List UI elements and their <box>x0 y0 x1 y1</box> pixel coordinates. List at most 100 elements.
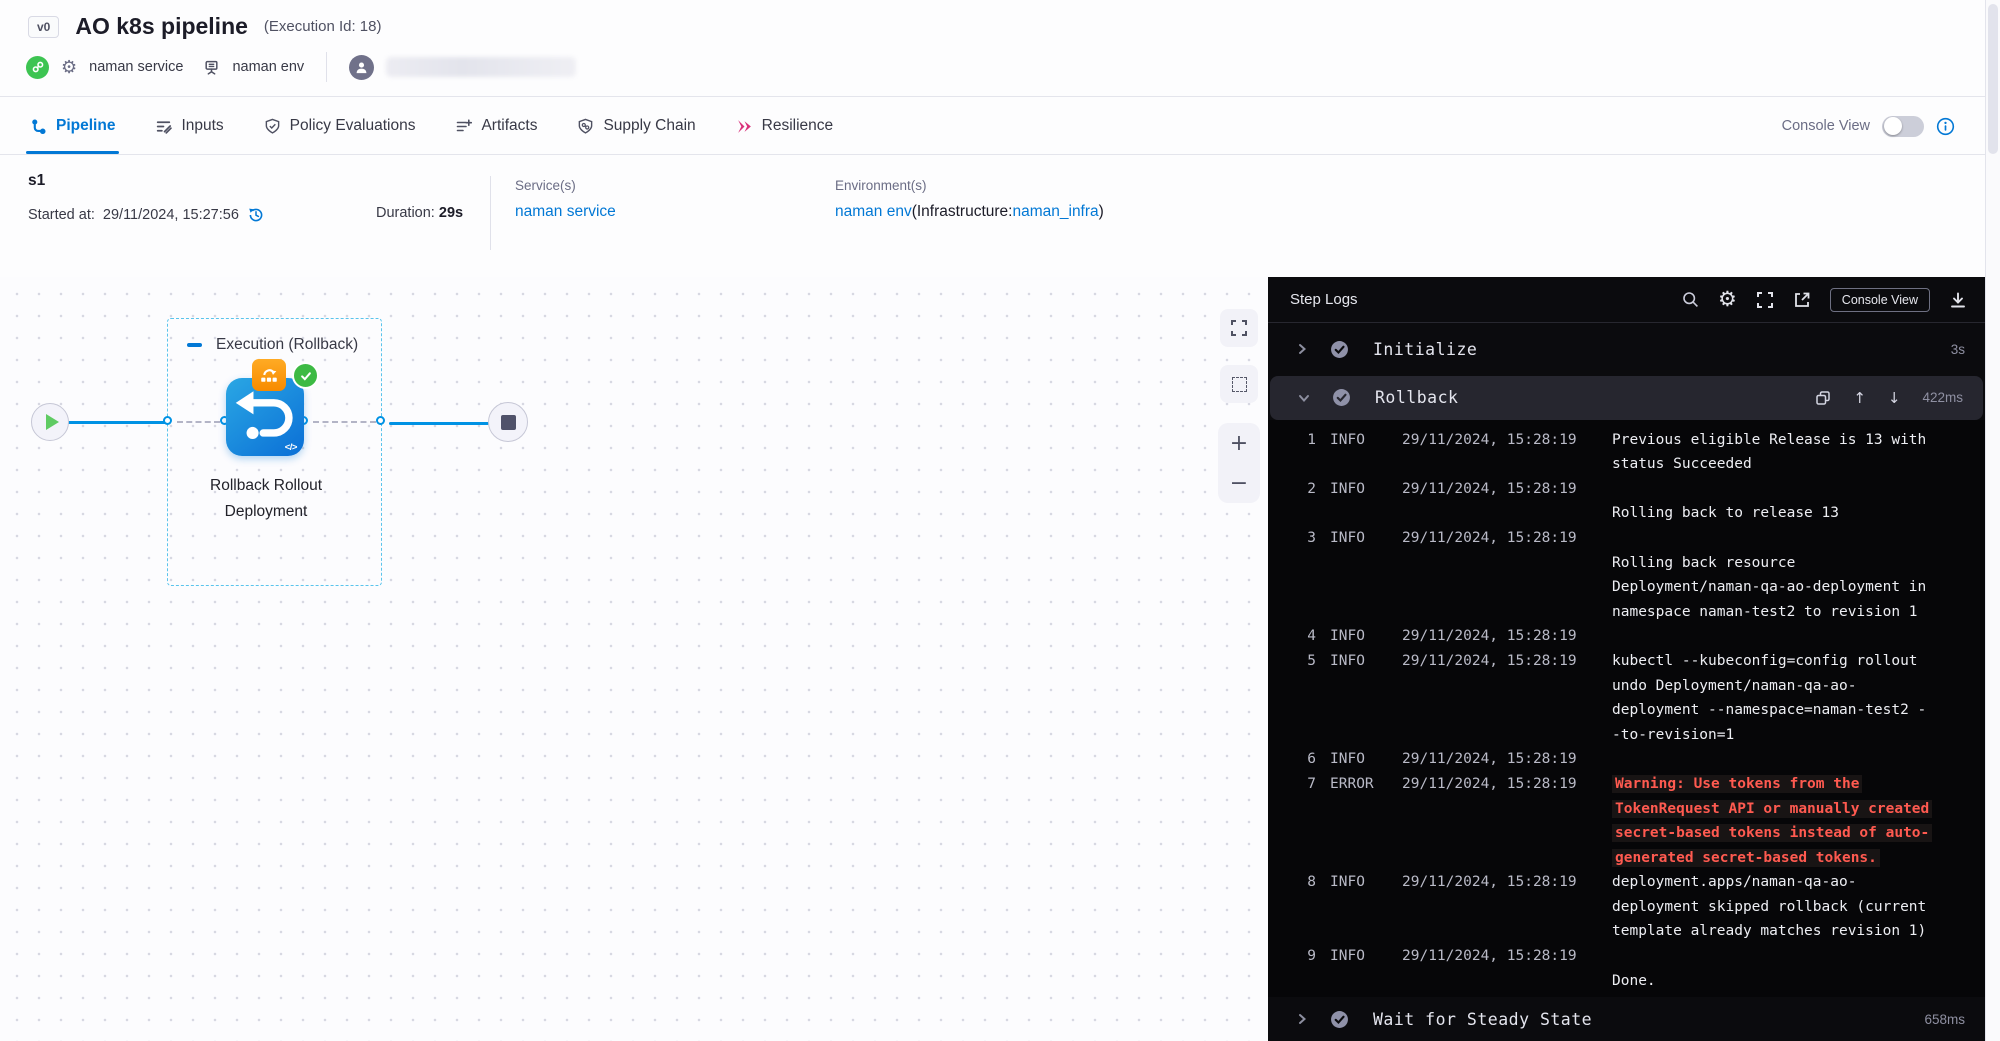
zoom-in-button[interactable]: + <box>1218 423 1260 463</box>
log-line: 4INFO29/11/2024, 15:28:19 <box>1268 624 1985 649</box>
log-line-error: 7ERROR29/11/2024, 15:28:19Warning: Use t… <box>1268 772 1985 870</box>
cd-module-icon <box>26 56 49 79</box>
tab-inputs[interactable]: Inputs <box>155 98 223 154</box>
log-fullscreen-icon[interactable] <box>1756 291 1774 309</box>
tab-label: Supply Chain <box>603 117 695 135</box>
console-view-toggle[interactable] <box>1882 116 1924 137</box>
log-line: 1INFO29/11/2024, 15:28:19Previous eligib… <box>1268 428 1985 477</box>
pipeline-graph-canvas[interactable]: Execution (Rollback) </> Rollback Rollou… <box>0 277 1268 1041</box>
step-row-rollback[interactable]: Rollback ↑ ↓ 422ms <box>1270 376 1983 420</box>
rollout-deployment-badge-icon <box>252 359 286 391</box>
tab-label: Inputs <box>181 117 223 135</box>
log-settings-icon[interactable]: ⚙ <box>1718 289 1737 310</box>
node-code-glyph: </> <box>285 442 297 453</box>
step-logs-panel: Step Logs ⚙ Console View <box>1268 277 1985 1041</box>
service-gear-icon: ⚙ <box>61 58 77 76</box>
tab-label: Policy Evaluations <box>290 117 416 135</box>
environment-icon <box>203 59 220 76</box>
page-title: AO k8s pipeline <box>75 13 248 40</box>
log-line: 5INFO29/11/2024, 15:28:19kubectl --kubec… <box>1268 649 1985 747</box>
tab-label: Resilience <box>762 117 834 135</box>
log-line: 2INFO29/11/2024, 15:28:19 Rolling back t… <box>1268 477 1985 526</box>
play-icon <box>46 414 59 430</box>
pipeline-start-node[interactable] <box>31 403 69 441</box>
header-divider <box>326 52 327 82</box>
services-label: Service(s) <box>515 178 835 193</box>
stop-icon <box>501 415 516 430</box>
execution-header: v0 AO k8s pipeline (Execution Id: 18) ⚙ … <box>0 0 1985 97</box>
chevron-right-icon[interactable] <box>1296 1013 1308 1025</box>
pipeline-icon <box>30 118 47 135</box>
stage-bar-divider <box>490 176 491 250</box>
log-line: 8INFO29/11/2024, 15:28:19deployment.apps… <box>1268 870 1985 944</box>
step-duration: 3s <box>1951 342 1965 357</box>
log-line: 6INFO29/11/2024, 15:28:19 <box>1268 747 1985 772</box>
chevron-right-icon[interactable] <box>1296 343 1308 355</box>
infrastructure-link[interactable]: naman_infra <box>1012 203 1098 220</box>
scroll-up-icon[interactable]: ↑ <box>1853 389 1866 407</box>
execution-history-icon[interactable] <box>247 206 265 224</box>
step-success-icon <box>1332 388 1351 407</box>
service-link[interactable]: naman service <box>515 203 616 220</box>
header-service-name: naman service <box>89 59 183 75</box>
download-logs-icon[interactable] <box>1949 291 1967 309</box>
step-success-icon <box>292 362 319 389</box>
step-logs-title: Step Logs <box>1290 291 1358 308</box>
pipeline-end-node[interactable] <box>488 402 528 442</box>
step-duration: 658ms <box>1924 1012 1965 1027</box>
log-lines-container[interactable]: 1INFO29/11/2024, 15:28:19Previous eligib… <box>1268 420 1985 998</box>
policy-shield-icon <box>264 118 281 135</box>
step-row-initialize[interactable]: Initialize 3s <box>1268 323 1985 376</box>
version-badge: v0 <box>28 16 59 38</box>
collapse-group-icon[interactable] <box>187 343 202 347</box>
chevron-down-icon[interactable] <box>1298 392 1310 404</box>
canvas-zoom-controls: + − <box>1218 423 1260 503</box>
tab-pipeline[interactable]: Pipeline <box>30 98 115 154</box>
tab-label: Pipeline <box>56 117 115 135</box>
step-success-icon <box>1330 340 1349 359</box>
environment-link[interactable]: naman env <box>835 203 912 220</box>
info-icon[interactable] <box>1936 117 1955 136</box>
canvas-fullscreen-button[interactable] <box>1220 309 1258 347</box>
console-view-label: Console View <box>1782 118 1870 134</box>
pipeline-execution-page: v0 AO k8s pipeline (Execution Id: 18) ⚙ … <box>0 0 2000 1041</box>
copy-logs-icon[interactable] <box>1815 390 1831 406</box>
page-scrollbar-thumb[interactable] <box>1988 4 1998 154</box>
infrastructure-suffix: ) <box>1099 203 1104 220</box>
log-line: 3INFO29/11/2024, 15:28:19 Rolling back r… <box>1268 526 1985 624</box>
execution-tabs: Pipeline Inputs Policy Evaluations Artif… <box>0 98 1985 155</box>
tab-policy-evaluations[interactable]: Policy Evaluations <box>264 98 416 154</box>
redacted-user-email <box>386 57 576 77</box>
open-in-new-tab-icon[interactable] <box>1793 291 1811 309</box>
execution-id: (Execution Id: 18) <box>264 18 382 35</box>
step-row-wait-for-steady-state[interactable]: Wait for Steady State 658ms <box>1268 997 1985 1041</box>
step-label: Wait for Steady State <box>1373 1010 1592 1029</box>
resilience-icon <box>736 118 753 135</box>
edge-group-to-end <box>389 422 489 425</box>
duration-label: Duration: <box>376 205 435 221</box>
tab-supply-chain[interactable]: Supply Chain <box>577 98 695 154</box>
step-duration: 422ms <box>1922 390 1963 405</box>
step-logs-header: Step Logs ⚙ Console View <box>1268 277 1985 323</box>
tab-resilience[interactable]: Resilience <box>736 98 834 154</box>
infrastructure-prefix: (Infrastructure: <box>912 203 1013 220</box>
stage-duration: Duration: 29s <box>376 172 480 277</box>
log-search-icon[interactable] <box>1682 291 1699 308</box>
marquee-icon <box>1232 377 1247 392</box>
console-view-button[interactable]: Console View <box>1830 288 1930 312</box>
step-node-label: Rollback Rollout Deployment <box>166 473 366 525</box>
started-at-value: 29/11/2024, 15:27:56 <box>103 207 239 223</box>
inputs-icon <box>155 118 172 135</box>
log-line: 9INFO29/11/2024, 15:28:19 Done. <box>1268 944 1985 993</box>
stage-name: s1 <box>28 172 376 190</box>
header-environment-name: naman env <box>232 59 304 75</box>
group-label: Execution (Rollback) <box>216 336 358 354</box>
scroll-down-icon[interactable]: ↓ <box>1888 389 1901 407</box>
duration-value: 29s <box>439 205 463 221</box>
canvas-marquee-select-button[interactable] <box>1220 365 1258 403</box>
connector-dot <box>376 416 385 425</box>
page-scrollbar[interactable] <box>1985 0 2000 1041</box>
tab-artifacts[interactable]: Artifacts <box>455 98 537 154</box>
zoom-out-button[interactable]: − <box>1218 463 1260 503</box>
tab-label: Artifacts <box>481 117 537 135</box>
